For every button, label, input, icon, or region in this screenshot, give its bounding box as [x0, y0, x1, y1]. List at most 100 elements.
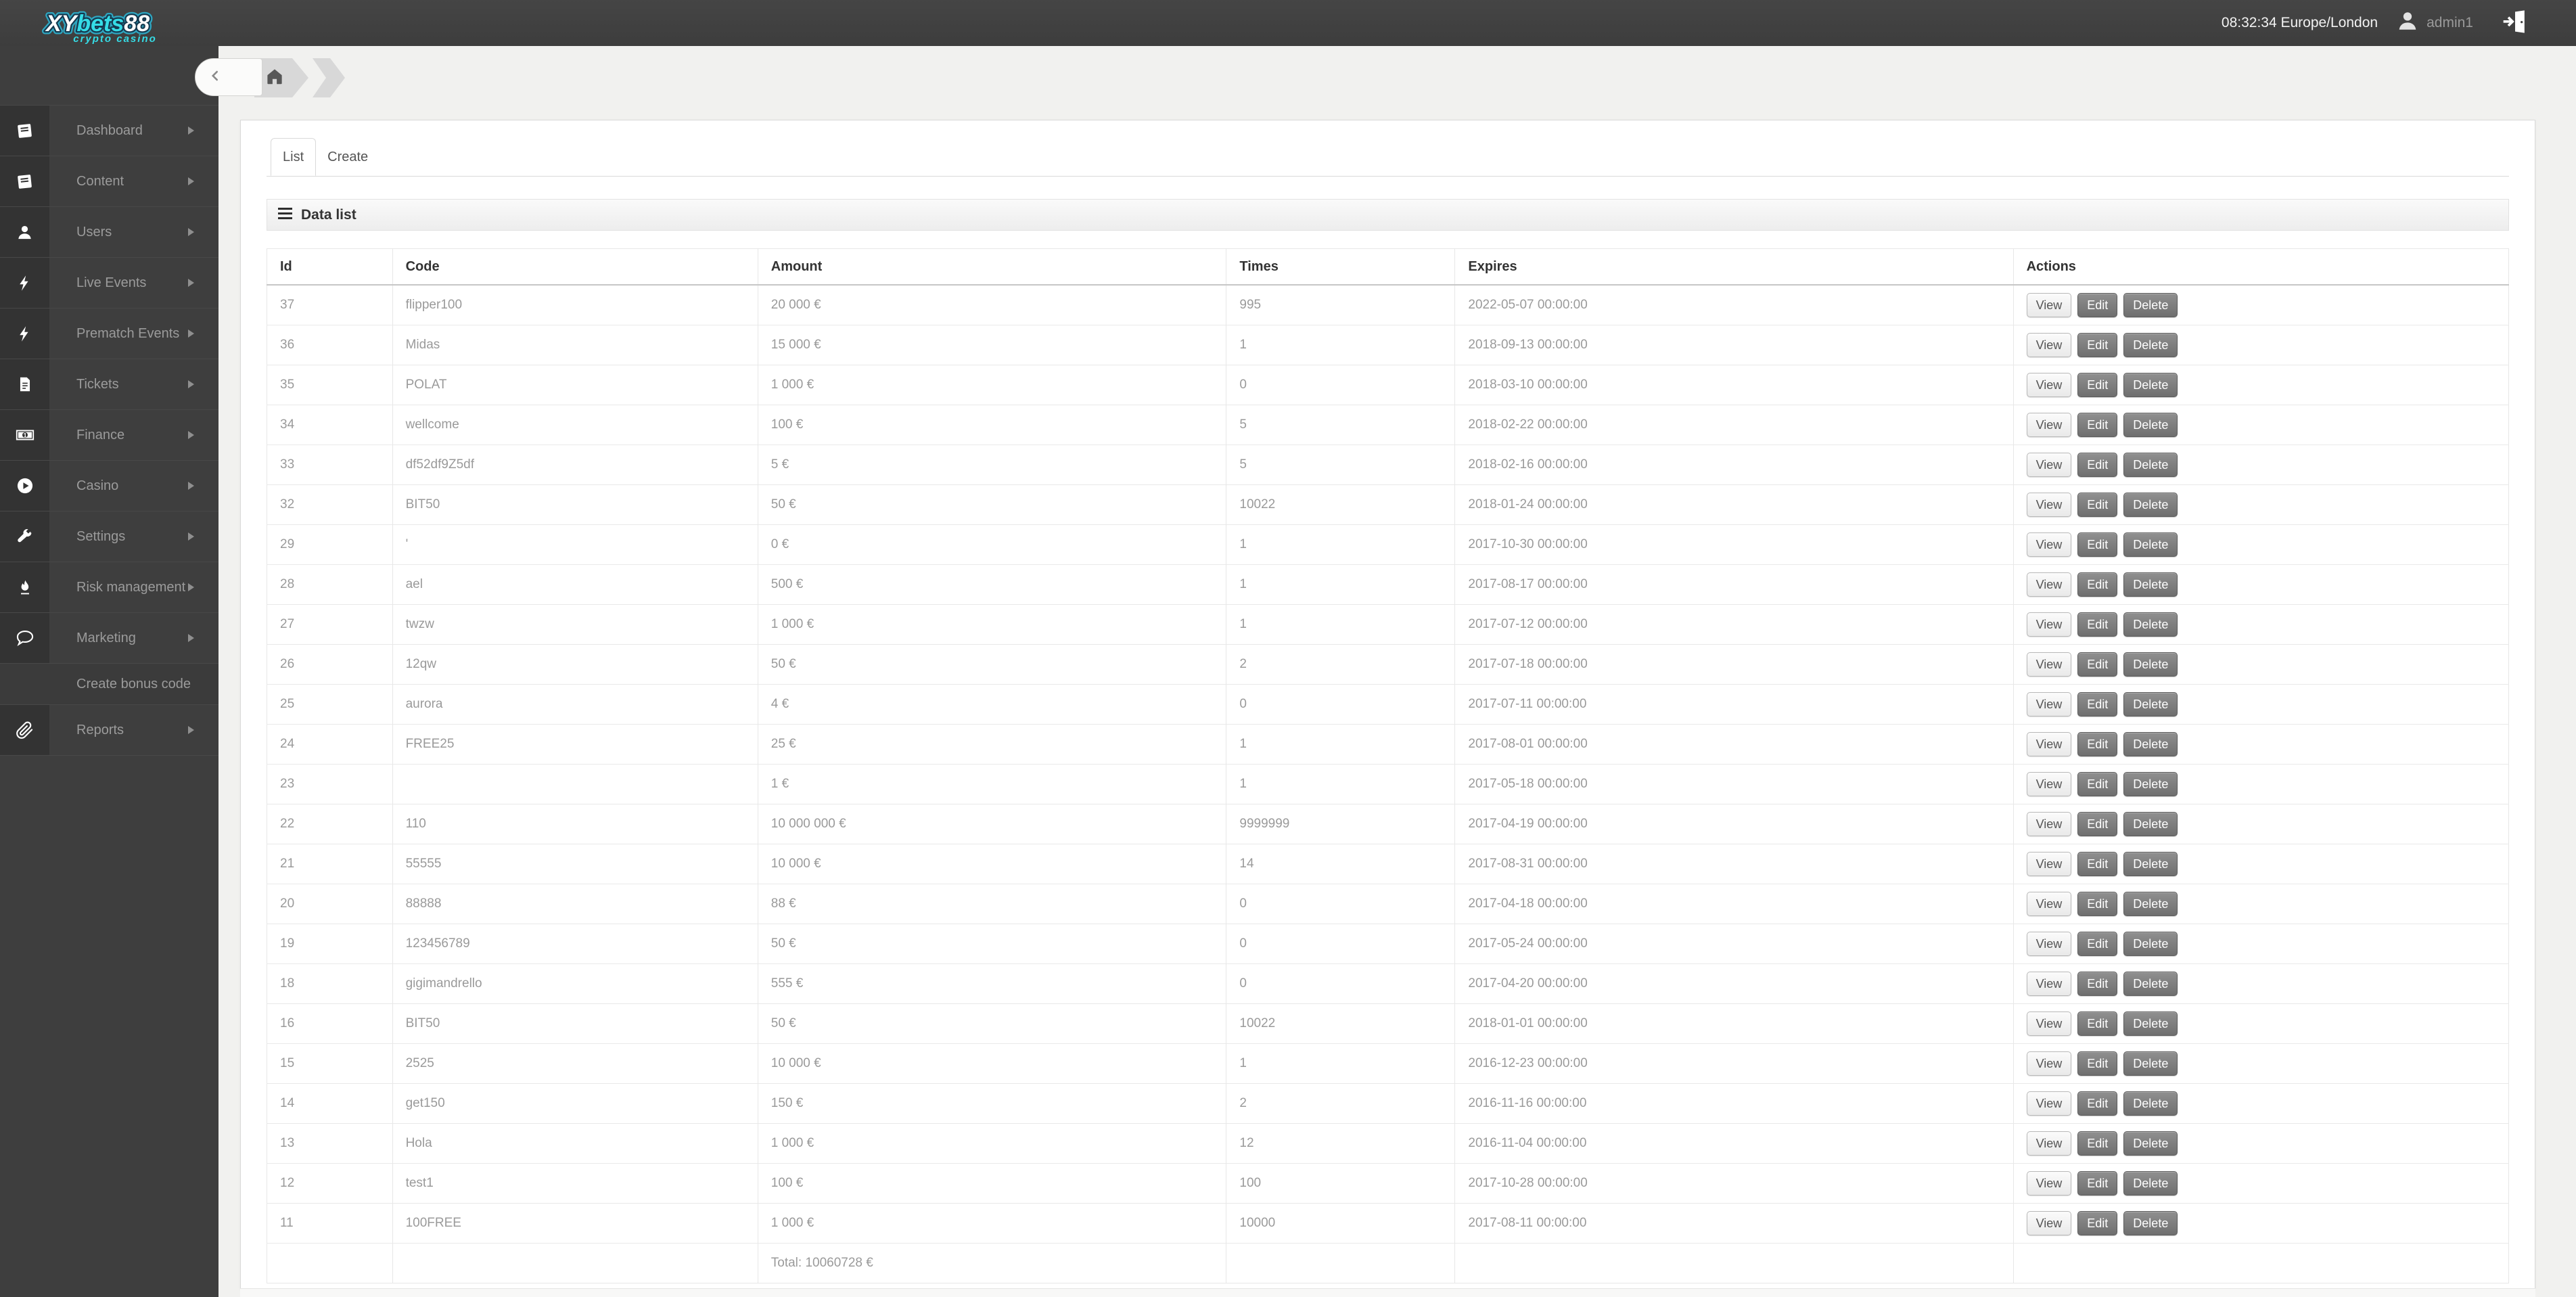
- edit-button[interactable]: Edit: [2077, 892, 2117, 917]
- paperclip-icon: [0, 705, 49, 755]
- edit-button[interactable]: Edit: [2077, 1091, 2117, 1116]
- sidebar-collapse-button[interactable]: [195, 58, 262, 96]
- delete-button[interactable]: Delete: [2123, 1171, 2178, 1196]
- column-header-amount: Amount: [758, 249, 1226, 286]
- delete-button[interactable]: Delete: [2123, 732, 2178, 757]
- edit-button[interactable]: Edit: [2077, 972, 2117, 997]
- topbar-right: 08:32:34 Europe/London admin1: [2222, 8, 2527, 39]
- edit-button[interactable]: Edit: [2077, 293, 2117, 318]
- sidebar-item-casino[interactable]: Casino: [0, 461, 218, 511]
- view-button[interactable]: View: [2027, 373, 2072, 398]
- edit-button[interactable]: Edit: [2077, 453, 2117, 478]
- sidebar-item-users[interactable]: Users: [0, 207, 218, 258]
- sidebar-item-live-events[interactable]: Live Events: [0, 258, 218, 309]
- view-button[interactable]: View: [2027, 413, 2072, 438]
- edit-button[interactable]: Edit: [2077, 1171, 2117, 1196]
- delete-button[interactable]: Delete: [2123, 692, 2178, 717]
- delete-button[interactable]: Delete: [2123, 532, 2178, 558]
- view-button[interactable]: View: [2027, 1051, 2072, 1076]
- sidebar-item-dashboard[interactable]: Dashboard: [0, 105, 218, 156]
- view-button[interactable]: View: [2027, 1131, 2072, 1156]
- edit-button[interactable]: Edit: [2077, 493, 2117, 518]
- cell-times: 5: [1226, 445, 1455, 485]
- edit-button[interactable]: Edit: [2077, 1051, 2117, 1076]
- logout-button[interactable]: [2500, 8, 2527, 39]
- view-button[interactable]: View: [2027, 532, 2072, 558]
- delete-button[interactable]: Delete: [2123, 772, 2178, 797]
- sidebar-item-create-bonus-code[interactable]: Create bonus code: [0, 664, 218, 705]
- delete-button[interactable]: Delete: [2123, 812, 2178, 837]
- view-button[interactable]: View: [2027, 772, 2072, 797]
- delete-button[interactable]: Delete: [2123, 373, 2178, 398]
- edit-button[interactable]: Edit: [2077, 1131, 2117, 1156]
- view-button[interactable]: View: [2027, 1211, 2072, 1236]
- tab-create[interactable]: Create: [316, 138, 380, 176]
- sidebar-item-tickets[interactable]: Tickets: [0, 359, 218, 410]
- cell-expires: 2017-07-12 00:00:00: [1455, 605, 2013, 645]
- sidebar-item-content[interactable]: Content: [0, 156, 218, 207]
- edit-button[interactable]: Edit: [2077, 652, 2117, 677]
- delete-button[interactable]: Delete: [2123, 1051, 2178, 1076]
- view-button[interactable]: View: [2027, 892, 2072, 917]
- delete-button[interactable]: Delete: [2123, 333, 2178, 358]
- edit-button[interactable]: Edit: [2077, 932, 2117, 957]
- sidebar-item-prematch-events[interactable]: Prematch Events: [0, 309, 218, 359]
- breadcrumb-home[interactable]: [254, 58, 308, 97]
- view-button[interactable]: View: [2027, 932, 2072, 957]
- view-button[interactable]: View: [2027, 1091, 2072, 1116]
- edit-button[interactable]: Edit: [2077, 532, 2117, 558]
- edit-button[interactable]: Edit: [2077, 1211, 2117, 1236]
- view-button[interactable]: View: [2027, 612, 2072, 637]
- delete-button[interactable]: Delete: [2123, 572, 2178, 597]
- view-button[interactable]: View: [2027, 493, 2072, 518]
- view-button[interactable]: View: [2027, 572, 2072, 597]
- edit-button[interactable]: Edit: [2077, 612, 2117, 637]
- delete-button[interactable]: Delete: [2123, 652, 2178, 677]
- delete-button[interactable]: Delete: [2123, 852, 2178, 877]
- edit-button[interactable]: Edit: [2077, 732, 2117, 757]
- view-button[interactable]: View: [2027, 852, 2072, 877]
- edit-button[interactable]: Edit: [2077, 333, 2117, 358]
- delete-button[interactable]: Delete: [2123, 1011, 2178, 1037]
- cell-code: POLAT: [392, 365, 758, 405]
- edit-button[interactable]: Edit: [2077, 373, 2117, 398]
- edit-button[interactable]: Edit: [2077, 572, 2117, 597]
- delete-button[interactable]: Delete: [2123, 892, 2178, 917]
- view-button[interactable]: View: [2027, 1171, 2072, 1196]
- view-button[interactable]: View: [2027, 1011, 2072, 1037]
- view-button[interactable]: View: [2027, 972, 2072, 997]
- sidebar-item-risk-management[interactable]: Risk management: [0, 562, 218, 613]
- delete-button[interactable]: Delete: [2123, 493, 2178, 518]
- sidebar-item-marketing[interactable]: Marketing: [0, 613, 218, 664]
- view-button[interactable]: View: [2027, 692, 2072, 717]
- edit-button[interactable]: Edit: [2077, 852, 2117, 877]
- total-row-cell: [2013, 1244, 2508, 1283]
- delete-button[interactable]: Delete: [2123, 1211, 2178, 1236]
- tab-list[interactable]: List: [271, 138, 316, 176]
- edit-button[interactable]: Edit: [2077, 692, 2117, 717]
- view-button[interactable]: View: [2027, 453, 2072, 478]
- edit-button[interactable]: Edit: [2077, 812, 2117, 837]
- view-button[interactable]: View: [2027, 732, 2072, 757]
- view-button[interactable]: View: [2027, 812, 2072, 837]
- edit-button[interactable]: Edit: [2077, 772, 2117, 797]
- sidebar-item-settings[interactable]: Settings: [0, 511, 218, 562]
- user-icon: [2395, 9, 2420, 37]
- delete-button[interactable]: Delete: [2123, 413, 2178, 438]
- user-menu[interactable]: admin1: [2395, 9, 2473, 37]
- delete-button[interactable]: Delete: [2123, 932, 2178, 957]
- view-button[interactable]: View: [2027, 333, 2072, 358]
- edit-button[interactable]: Edit: [2077, 413, 2117, 438]
- delete-button[interactable]: Delete: [2123, 293, 2178, 318]
- delete-button[interactable]: Delete: [2123, 1091, 2178, 1116]
- delete-button[interactable]: Delete: [2123, 453, 2178, 478]
- sidebar-item-finance[interactable]: 1Finance: [0, 410, 218, 461]
- edit-button[interactable]: Edit: [2077, 1011, 2117, 1037]
- cell-code: 100FREE: [392, 1204, 758, 1244]
- view-button[interactable]: View: [2027, 652, 2072, 677]
- delete-button[interactable]: Delete: [2123, 1131, 2178, 1156]
- delete-button[interactable]: Delete: [2123, 612, 2178, 637]
- sidebar-item-reports[interactable]: Reports: [0, 705, 218, 756]
- delete-button[interactable]: Delete: [2123, 972, 2178, 997]
- view-button[interactable]: View: [2027, 293, 2072, 318]
